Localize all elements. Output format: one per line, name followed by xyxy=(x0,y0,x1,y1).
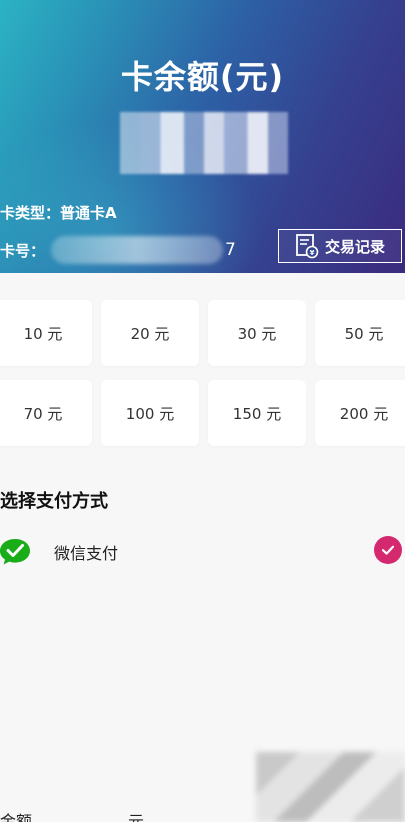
amount-option[interactable]: 150 元 xyxy=(208,380,306,446)
card-type-label: 卡类型：普通卡A xyxy=(0,204,117,222)
total-label: 金额 xyxy=(0,812,33,822)
amount-option[interactable]: 70 元 xyxy=(0,380,92,446)
card-number-label: 卡号： xyxy=(0,241,46,260)
amount-option[interactable]: 200 元 xyxy=(315,380,405,446)
transaction-records-button[interactable]: ¥ 交易记录 xyxy=(278,229,402,263)
card-number-redacted xyxy=(51,236,224,264)
checkmark-icon xyxy=(381,545,395,555)
total-unit: 元 xyxy=(128,812,145,822)
card-number-row: 卡号： 7 xyxy=(0,236,236,264)
card-header: 卡余额(元) 卡类型：普通卡A 卡号： 7 ¥ 交易记录 xyxy=(0,0,405,273)
amount-option[interactable]: 50 元 xyxy=(315,300,405,366)
transaction-records-label: 交易记录 xyxy=(324,237,385,256)
payment-method-label: 微信支付 xyxy=(54,544,119,563)
amount-option[interactable]: 20 元 xyxy=(101,300,199,366)
amount-options: 10 元 20 元 30 元 50 元 70 元 100 元 150 元 200… xyxy=(0,300,405,446)
amount-option[interactable]: 10 元 xyxy=(0,300,92,366)
receipt-icon: ¥ xyxy=(296,234,319,259)
wechat-pay-icon xyxy=(0,539,30,565)
payment-section-title: 选择支付方式 xyxy=(0,491,108,512)
check-circle-icon[interactable] xyxy=(374,536,402,564)
amount-option[interactable]: 30 元 xyxy=(208,300,306,366)
card-number-tail: 7 xyxy=(225,240,236,260)
amount-option[interactable]: 100 元 xyxy=(101,380,199,446)
pay-button-redacted[interactable] xyxy=(256,752,405,822)
balance-amount-redacted xyxy=(120,112,288,174)
balance-title: 卡余额(元) xyxy=(120,58,285,96)
payment-method-wechat[interactable]: 微信支付 xyxy=(0,532,405,572)
svg-text:¥: ¥ xyxy=(310,249,315,257)
